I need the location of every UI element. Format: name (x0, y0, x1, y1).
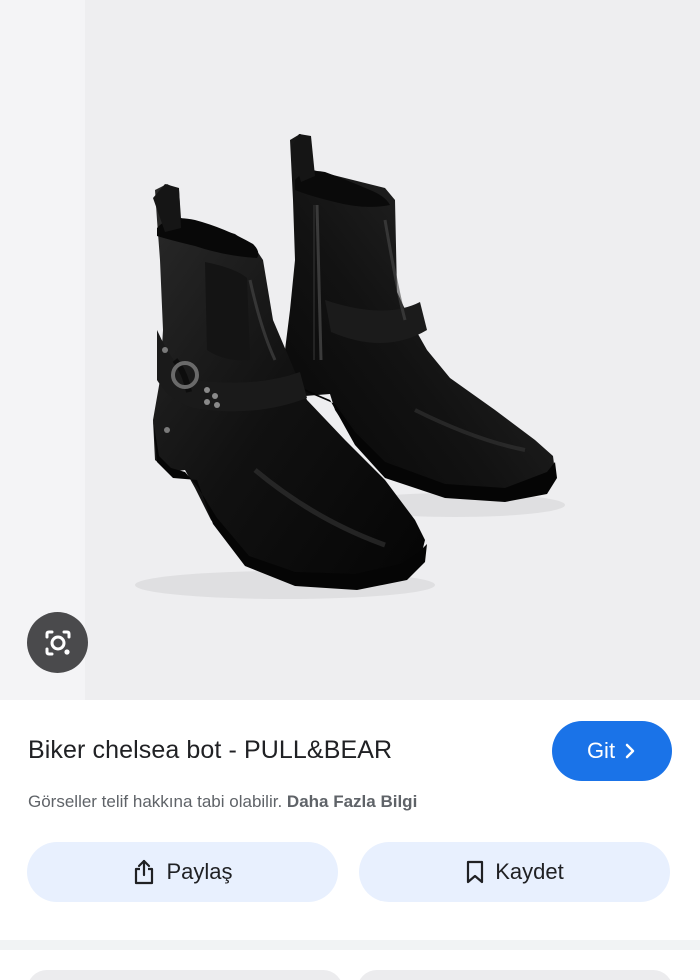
share-icon (135, 859, 154, 885)
save-button[interactable]: Kaydet (359, 842, 670, 902)
visit-button[interactable]: Git (552, 721, 672, 781)
image-preview[interactable] (0, 0, 700, 700)
lens-search-button[interactable] (27, 612, 88, 673)
lens-icon (45, 630, 70, 655)
section-divider (0, 940, 700, 950)
share-label: Paylaş (166, 859, 233, 884)
bookmark-icon (467, 860, 484, 884)
copyright-notice: Görseller telif hakkına tabi olabilir. D… (28, 792, 417, 812)
visit-label: Git (586, 738, 616, 763)
related-result-card[interactable] (357, 970, 673, 980)
chevron-right-icon (625, 743, 635, 759)
copyright-text: Görseller telif hakkına tabi olabilir. (28, 792, 283, 811)
share-button[interactable]: Paylaş (27, 842, 338, 902)
product-title[interactable]: Biker chelsea bot - PULL&BEAR (28, 736, 392, 765)
result-info-panel: Biker chelsea bot - PULL&BEAR Git Görsel… (0, 700, 700, 940)
more-info-link[interactable]: Daha Fazla Bilgi (287, 792, 417, 811)
save-label: Kaydet (495, 859, 564, 884)
product-image[interactable] (85, 0, 700, 700)
image-margin (0, 0, 85, 700)
related-result-card[interactable] (27, 970, 343, 980)
